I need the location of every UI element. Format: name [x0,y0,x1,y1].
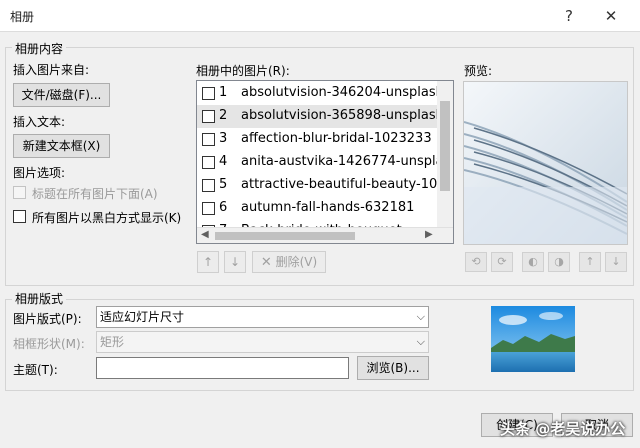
brightness-decrease-button[interactable]: ↓ [605,252,627,272]
rotate-left-icon: ⟲ [471,255,481,268]
theme-input[interactable] [96,357,349,379]
move-down-button[interactable]: ↓ [224,251,246,273]
title-bar: 相册 ? ✕ [0,0,640,32]
scroll-left-icon[interactable]: ◀ [201,229,209,240]
layout-preview-thumbnail [491,306,575,372]
album-content-label: 相册内容 [12,40,67,57]
list-item-number: 3 [219,131,228,146]
caption-below-checkbox[interactable] [13,186,26,199]
picture-layout-select[interactable]: 适应幻灯片尺寸 ⌵ [96,306,429,328]
list-item[interactable]: 6 autumn-fall-hands-632181 [197,197,450,220]
list-item[interactable]: 1 absolutvision-346204-unsplash [197,82,450,105]
pictures-listbox[interactable]: 1 absolutvision-346204-unsplash 2 absolutvi… [196,80,454,244]
list-item[interactable]: 4 anita-austvika-1426774-unsplash [197,151,453,174]
list-item-name: attractive-beautiful-beauty-1030 [241,177,454,192]
list-item[interactable]: 3 affection-blur-bridal-1023233 [197,128,450,151]
vertical-scrollbar[interactable] [437,81,453,227]
new-textbox-button[interactable]: 新建文本框(X) [13,134,110,158]
close-button[interactable]: ✕ [598,4,624,28]
frame-shape-label: 相框形状(M): [13,337,85,351]
brightness-increase-button[interactable]: ↑ [579,252,601,272]
list-item-number: 6 [219,200,228,215]
preview-label: 预览: [464,64,493,78]
contrast-decrease-icon: ◑ [554,255,564,268]
rotate-left-button[interactable]: ⟲ [465,252,487,272]
insert-from-label: 插入图片来自: [13,63,90,77]
pictures-in-album-label: 相册中的图片(R): [196,64,290,78]
browse-button[interactable]: 浏览(B)... [357,356,429,380]
rotate-right-icon: ⟳ [497,255,507,268]
list-item-checkbox[interactable] [202,133,215,146]
list-item-checkbox[interactable] [202,202,215,215]
list-item-number: 1 [219,85,228,100]
preview-pane [463,81,628,245]
file-disk-button[interactable]: 文件/磁盘(F)... [13,83,110,107]
delete-x-icon: ✕ [260,255,272,270]
frame-shape-value: 矩形 [100,335,125,349]
contrast-increase-button[interactable]: ◐ [522,252,544,272]
picture-layout-value: 适应幻灯片尺寸 [100,310,185,324]
list-item-number: 4 [219,154,228,169]
picture-layout-label: 图片版式(P): [13,312,82,326]
list-item[interactable]: 5 attractive-beautiful-beauty-1030 [197,174,453,197]
arrow-down-icon: ↓ [229,255,241,269]
caption-below-label: 标题在所有图片下面(A) [32,187,158,201]
scroll-right-icon[interactable]: ▶ [425,229,433,240]
chevron-down-icon: ⌵ [416,335,425,348]
list-item-name: anita-austvika-1426774-unsplash [241,154,454,169]
brightness-decrease-icon: ↓ [611,255,621,268]
landscape-preview-image [491,306,575,372]
help-button[interactable]: ? [556,4,582,28]
list-item-name: absolutvision-365898-unsplash [241,108,444,123]
list-item-number: 5 [219,177,228,192]
insert-text-label: 插入文本: [13,115,66,129]
vertical-scrollbar-thumb[interactable] [440,101,450,191]
delete-button-label: 删除(V) [275,255,318,269]
list-item-number: 2 [219,108,228,123]
picture-options-label: 图片选项: [13,166,66,180]
list-item-name: absolutvision-346204-unsplash [241,85,444,100]
list-item-name: autumn-fall-hands-632181 [241,200,415,215]
frame-shape-select[interactable]: 矩形 ⌵ [96,331,429,353]
watermark: 头条 @老吴说办公 [500,420,626,438]
black-white-checkbox[interactable] [13,210,26,223]
list-item-checkbox[interactable] [202,87,215,100]
arrow-up-icon: ↑ [202,255,214,269]
list-item-checkbox[interactable] [202,110,215,123]
contrast-increase-icon: ◐ [528,255,538,268]
preview-newspaper-image [464,82,627,244]
chevron-down-icon: ⌵ [416,310,425,323]
dialog-title: 相册 [10,10,35,24]
black-white-label: 所有图片以黑白方式显示(K) [32,211,182,225]
list-item-checkbox[interactable] [202,179,215,192]
contrast-decrease-button[interactable]: ◑ [548,252,570,272]
move-up-button[interactable]: ↑ [197,251,219,273]
album-layout-label: 相册版式 [12,290,67,307]
delete-button[interactable]: ✕ 删除(V) [252,251,326,273]
list-item[interactable]: 2 absolutvision-365898-unsplash [197,105,450,128]
list-item-checkbox[interactable] [202,156,215,169]
list-item-name: affection-blur-bridal-1023233 [241,131,432,146]
horizontal-scrollbar[interactable]: ◀ ▶ [197,227,453,243]
horizontal-scrollbar-thumb[interactable] [215,232,355,240]
theme-label: 主题(T): [13,363,58,377]
brightness-increase-icon: ↑ [585,255,595,268]
rotate-right-button[interactable]: ⟳ [491,252,513,272]
